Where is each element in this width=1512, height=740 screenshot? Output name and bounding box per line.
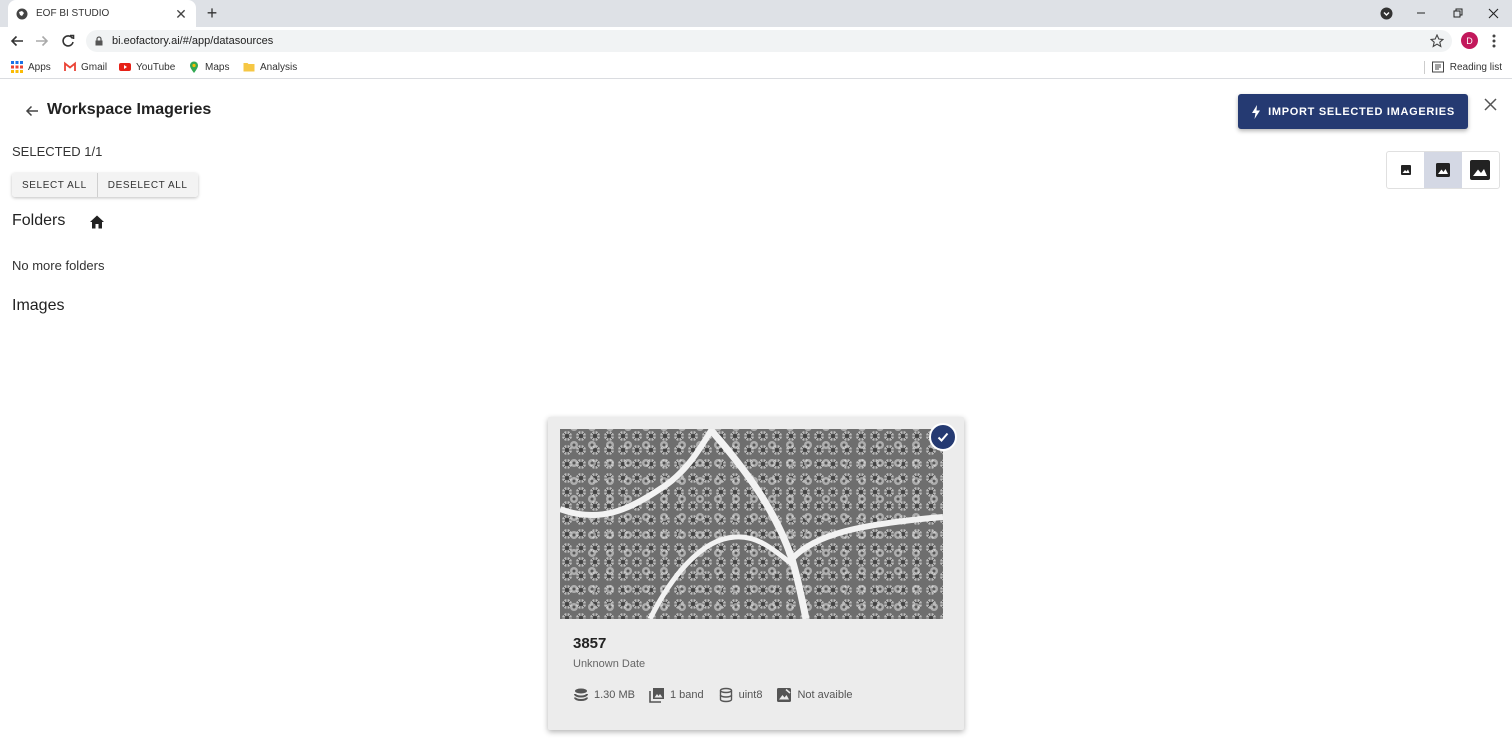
apps-grid-icon <box>11 61 23 73</box>
window-close-icon[interactable] <box>1484 3 1502 23</box>
image-stack-icon <box>649 687 665 703</box>
tab-title: EOF BI STUDIO <box>36 8 110 19</box>
tab-close-icon[interactable]: ✕ <box>174 7 188 21</box>
dtype-meta: uint8 <box>718 687 763 703</box>
dtype-value: uint8 <box>738 689 763 701</box>
browser-toolbar: bi.eofactory.ai/#/app/datasources D <box>0 27 1512 55</box>
bookmark-label: Maps <box>205 61 230 73</box>
back-nav-icon[interactable] <box>8 32 26 50</box>
layers-icon <box>573 687 589 703</box>
close-panel-icon[interactable] <box>1481 95 1499 113</box>
medium-thumbnail-button[interactable] <box>1424 152 1462 188</box>
back-arrow-icon[interactable] <box>24 103 42 121</box>
restore-icon[interactable] <box>1449 3 1467 23</box>
image-large-icon <box>1469 159 1491 181</box>
browser-tab-bar: EOF BI STUDIO ✕ + <box>0 0 1512 27</box>
import-label: IMPORT SELECTED IMAGERIES <box>1268 105 1455 118</box>
reading-list-label: Reading list <box>1449 61 1502 73</box>
large-thumbnail-button[interactable] <box>1462 152 1499 188</box>
thumbnail-size-toggle <box>1386 151 1500 189</box>
reload-icon[interactable] <box>59 32 77 50</box>
preview-meta: Not avaible <box>776 687 853 703</box>
bookmark-label: YouTube <box>136 61 176 73</box>
preview-value: Not avaible <box>797 689 853 701</box>
url-text: bi.eofactory.ai/#/app/datasources <box>112 35 274 47</box>
globe-favicon-icon <box>16 8 28 20</box>
selection-button-group: SELECT ALL DESELECT ALL <box>12 173 198 197</box>
lock-icon <box>94 36 104 46</box>
image-metadata: 1.30 MB 1 band uint8 Not avaible <box>573 687 867 703</box>
browser-menu-icon[interactable] <box>1488 32 1500 50</box>
bookmark-maps[interactable]: Maps <box>188 60 229 74</box>
import-selected-imageries-button[interactable]: IMPORT SELECTED IMAGERIES <box>1238 94 1468 129</box>
folders-heading: Folders <box>12 212 66 229</box>
lightning-bolt-icon <box>1251 104 1263 119</box>
selected-count: SELECTED 1/1 <box>12 144 103 159</box>
reading-list-icon <box>1431 61 1444 73</box>
home-icon[interactable] <box>89 214 106 231</box>
no-folders-text: No more folders <box>12 258 105 273</box>
image-card[interactable]: 3857 Unknown Date 1.30 MB 1 band uint8 N… <box>548 417 964 730</box>
small-thumbnail-button[interactable] <box>1387 152 1424 188</box>
bookmark-divider <box>1424 61 1425 74</box>
bookmarks-bar: Apps Gmail YouTube Maps Analysis Reading… <box>0 55 1512 79</box>
bookmark-label: Analysis <box>260 61 298 73</box>
bands-value: 1 band <box>669 689 704 701</box>
bookmark-label: Gmail <box>81 61 108 73</box>
images-heading: Images <box>12 297 65 314</box>
bookmark-youtube[interactable]: YouTube <box>119 60 175 74</box>
bands-meta: 1 band <box>649 687 704 703</box>
size-meta: 1.30 MB <box>573 687 635 703</box>
image-name: 3857 <box>573 635 607 652</box>
database-icon <box>718 687 734 703</box>
tab-search-icon[interactable] <box>1377 3 1395 23</box>
image-unavailable-icon <box>776 687 792 703</box>
bookmark-label: Apps <box>28 61 51 73</box>
selected-check-icon[interactable] <box>929 423 957 451</box>
bookmark-apps[interactable]: Apps <box>11 60 51 74</box>
bookmark-analysis[interactable]: Analysis <box>243 60 297 74</box>
bookmark-gmail[interactable]: Gmail <box>64 60 107 74</box>
minimize-icon[interactable] <box>1412 3 1430 23</box>
image-small-icon <box>1400 164 1412 176</box>
folder-icon <box>243 61 255 73</box>
bookmark-star-icon[interactable] <box>1430 34 1444 48</box>
image-date: Unknown Date <box>573 658 646 670</box>
youtube-icon <box>119 61 131 73</box>
address-bar[interactable]: bi.eofactory.ai/#/app/datasources <box>86 30 1452 52</box>
deselect-all-button[interactable]: DESELECT ALL <box>96 173 198 197</box>
new-tab-button[interactable]: + <box>203 4 221 22</box>
maps-pin-icon <box>188 61 200 73</box>
page-title: Workspace Imageries <box>47 101 212 118</box>
select-all-button[interactable]: SELECT ALL <box>12 173 97 197</box>
gmail-icon <box>64 61 76 73</box>
size-value: 1.30 MB <box>594 689 635 701</box>
browser-tab[interactable]: EOF BI STUDIO ✕ <box>8 0 196 27</box>
forward-nav-icon[interactable] <box>33 32 51 50</box>
image-medium-icon <box>1435 162 1451 178</box>
reading-list-button[interactable]: Reading list <box>1431 60 1502 74</box>
profile-avatar[interactable]: D <box>1461 32 1478 49</box>
image-thumbnail <box>560 429 943 619</box>
